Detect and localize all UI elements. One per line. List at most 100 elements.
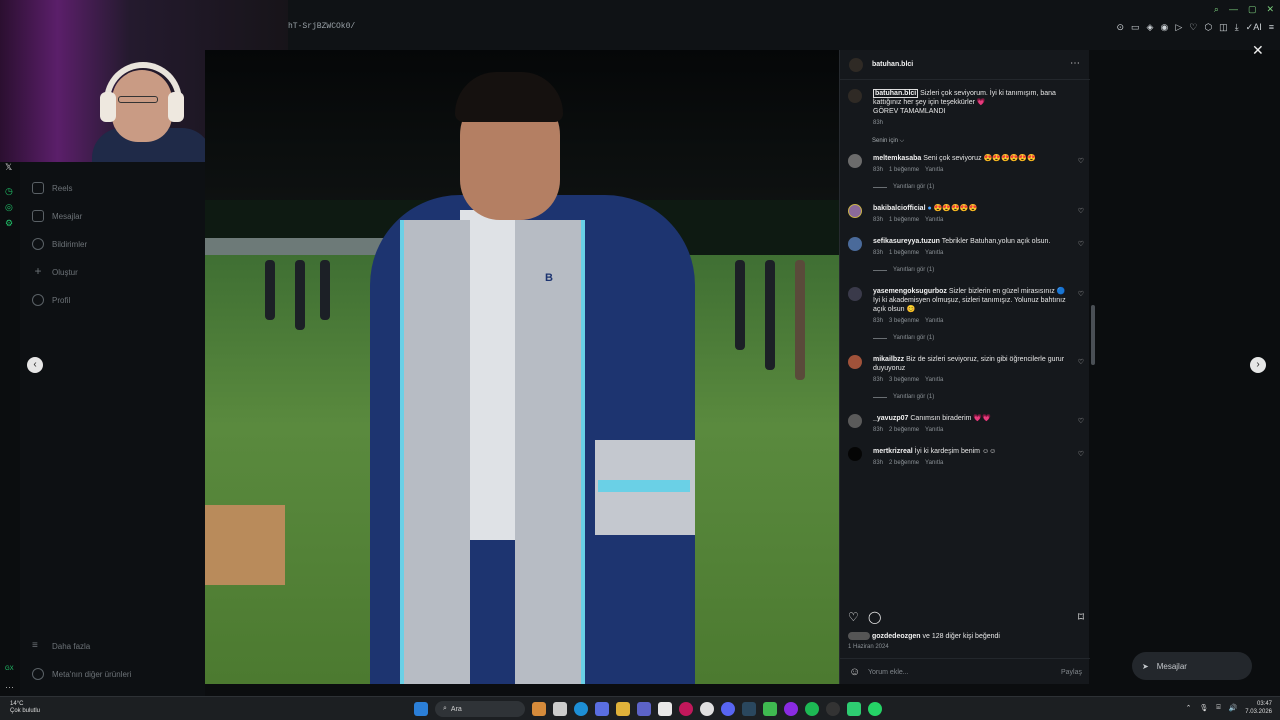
sidebar-item-create[interactable]: + Oluştur [32, 265, 77, 278]
liked-by-user[interactable]: gozdedeozgen [872, 633, 921, 640]
network-icon[interactable]: ⌸ [1216, 704, 1220, 712]
play-icon[interactable]: ▷ [1175, 22, 1182, 33]
copilot-icon[interactable] [595, 702, 609, 716]
reply-button[interactable]: Yanıtla [925, 426, 943, 435]
teams-icon[interactable] [637, 702, 651, 716]
github-icon[interactable] [826, 702, 840, 716]
comment-likes[interactable]: 2 beğenme [889, 426, 919, 435]
gx-icon[interactable]: GX [5, 666, 14, 672]
comment-input[interactable]: Yorum ekle... [868, 669, 909, 676]
camera-icon[interactable]: ◉ [1160, 22, 1168, 33]
comment-username[interactable]: sefikasureyya.tuzun [873, 238, 940, 245]
x-icon[interactable]: 𝕏 [5, 162, 12, 173]
sidebar-item-reels[interactable]: Reels [32, 182, 72, 194]
maximize-icon[interactable]: ▢ [1248, 4, 1257, 15]
save-icon[interactable]: ⌑ [1078, 610, 1084, 624]
heart-icon[interactable]: ♡ [1189, 22, 1197, 33]
reply-button[interactable]: Yanıtla [925, 216, 943, 225]
likes-summary[interactable]: gozdedeozgen ve 128 diğer kişi beğendi [848, 632, 1000, 640]
terminal-icon[interactable] [763, 702, 777, 716]
menu-icon[interactable]: ≡ [1269, 22, 1274, 33]
avatar[interactable] [848, 355, 862, 369]
like-comment-icon[interactable]: ♡ [1078, 157, 1084, 165]
like-comment-icon[interactable]: ♡ [1078, 290, 1084, 298]
task-view-icon[interactable] [553, 702, 567, 716]
avatar[interactable] [848, 237, 862, 251]
sidebar-item-notifications[interactable]: Bildirimler [32, 238, 87, 250]
comment-likes[interactable]: 2 beğenme [889, 459, 919, 468]
like-comment-icon[interactable]: ♡ [1078, 417, 1084, 425]
store-icon[interactable] [658, 702, 672, 716]
reply-button[interactable]: Yanıtla [925, 249, 943, 258]
clock[interactable]: 03:47 7.03.2026 [1245, 700, 1272, 716]
opera-gx-icon[interactable] [679, 702, 693, 716]
comment-filter[interactable]: Senin için ⌵ [872, 138, 904, 145]
emoji-icon[interactable]: ☺ [849, 666, 860, 678]
like-comment-icon[interactable]: ♡ [1078, 358, 1084, 366]
view-replies-button[interactable]: Yanıtları gör (1) [873, 394, 934, 400]
close-modal-icon[interactable]: ✕ [1252, 42, 1264, 59]
comment-username[interactable]: yasemengoksugurboz [873, 288, 947, 295]
ai-button[interactable]: ✓AI [1246, 22, 1262, 33]
shield-icon[interactable]: ◈ [1147, 22, 1154, 33]
chrome-icon[interactable] [700, 702, 714, 716]
comment-likes[interactable]: 1 beğenme [889, 166, 919, 175]
comment-icon[interactable]: ◯ [868, 610, 881, 624]
avatar[interactable] [848, 89, 862, 103]
more-icon[interactable]: ⋯ [5, 682, 14, 693]
comment-likes[interactable]: 1 beğenme [889, 249, 919, 258]
reply-button[interactable]: Yanıtla [925, 459, 943, 468]
like-icon[interactable]: ♡ [848, 610, 859, 624]
avatar[interactable] [848, 287, 862, 301]
comment-username[interactable]: bakibalciofficial [873, 205, 926, 212]
sidebar-item-profile[interactable]: Profil [32, 294, 70, 306]
messages-pill[interactable]: ➤ Mesajlar [1132, 652, 1252, 680]
explorer-icon[interactable] [616, 702, 630, 716]
widget-icon[interactable] [532, 702, 546, 716]
whatsapp-icon[interactable] [868, 702, 882, 716]
view-replies-button[interactable]: Yanıtları gör (1) [873, 335, 934, 341]
clock-icon[interactable]: ◷ [5, 186, 13, 197]
avatar[interactable] [848, 414, 862, 428]
comment-likes[interactable]: 1 beğenme [889, 216, 919, 225]
close-window-icon[interactable]: ✕ [1266, 4, 1274, 15]
pin-icon[interactable]: ⊙ [1116, 22, 1124, 33]
comment-likes[interactable]: 3 beğenme [889, 317, 919, 326]
avatar[interactable] [849, 58, 863, 72]
view-replies-button[interactable]: Yanıtları gör (1) [873, 267, 934, 273]
snapshot-icon[interactable]: ◫ [1219, 22, 1228, 33]
reply-button[interactable]: Yanıtla [925, 376, 943, 385]
excel-icon[interactable] [847, 702, 861, 716]
reply-button[interactable]: Yanıtla [925, 317, 943, 326]
post-photo[interactable]: B [205, 50, 839, 684]
avatar[interactable] [848, 154, 862, 168]
edge-icon[interactable] [574, 702, 588, 716]
sidebar-item-messages[interactable]: Mesajlar [32, 210, 82, 222]
obs-icon[interactable] [784, 702, 798, 716]
weather-widget[interactable]: 14°C Çok bulutlu [10, 701, 40, 715]
discord-icon[interactable] [721, 702, 735, 716]
post-comment-button[interactable]: Paylaş [1061, 669, 1082, 676]
chevron-up-icon[interactable]: ⌃ [1186, 704, 1192, 712]
comment-username[interactable]: meltemkasaba [873, 155, 921, 162]
steam-icon[interactable] [742, 702, 756, 716]
volume-icon[interactable]: 🔊 [1229, 704, 1238, 712]
search-icon[interactable]: ⌕ [1214, 4, 1219, 15]
mic-icon[interactable]: 🎙 [1199, 704, 1208, 712]
like-comment-icon[interactable]: ♡ [1078, 207, 1084, 215]
address-bar[interactable]: hT-SrjBZWCOk0/ [288, 22, 355, 31]
more-options-icon[interactable]: ⋯ [1070, 58, 1080, 69]
bookmark-icon[interactable]: ▭ [1131, 22, 1140, 33]
comment-likes[interactable]: 3 beğenme [889, 376, 919, 385]
next-post-button[interactable]: › [1250, 357, 1266, 373]
whatsapp-icon[interactable]: ◎ [5, 202, 13, 213]
start-icon[interactable] [414, 702, 428, 716]
cube-icon[interactable]: ⬡ [1204, 22, 1212, 33]
view-replies-button[interactable]: Yanıtları gör (1) [873, 184, 934, 190]
comment-username[interactable]: _yavuzp07 [873, 415, 908, 422]
caption-username[interactable]: batuhan.blci [873, 89, 919, 98]
avatar[interactable] [848, 204, 862, 218]
post-author[interactable]: batuhan.blci [872, 61, 913, 68]
sidebar-item-more[interactable]: ≡ Daha fazla [32, 640, 90, 652]
prev-post-button[interactable]: ‹ [27, 357, 43, 373]
